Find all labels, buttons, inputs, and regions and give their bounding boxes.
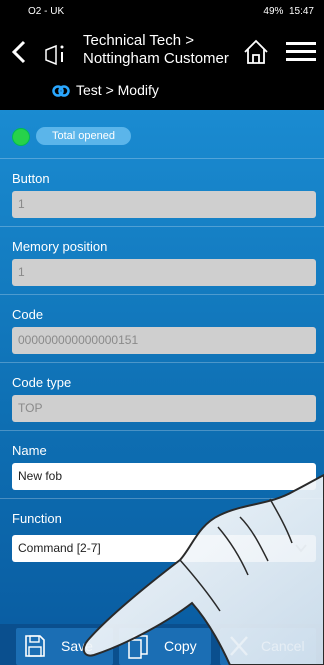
carrier-label: O2 - UK	[28, 6, 65, 17]
button-label: Button	[12, 171, 50, 186]
status-right: 49% 15:47	[263, 6, 314, 17]
divider	[0, 158, 324, 159]
memory-position-label: Memory position	[12, 239, 108, 254]
function-select[interactable]: Command [2-7]	[12, 535, 316, 562]
bottom-toolbar: Save Copy Cancel	[0, 624, 324, 665]
copy-button[interactable]: Copy	[119, 628, 211, 665]
divider	[0, 498, 324, 499]
status-led	[12, 128, 30, 146]
close-icon	[230, 636, 248, 656]
home-icon[interactable]	[242, 38, 270, 66]
save-button-label: Save	[61, 638, 93, 654]
name-input[interactable]: New fob	[12, 463, 316, 490]
chevron-left-icon[interactable]	[6, 38, 34, 66]
code-type-field: TOP	[12, 395, 316, 422]
floppy-disk-icon	[25, 635, 45, 657]
sub-breadcrumb-label: Test > Modify	[76, 82, 159, 98]
button-field: 1	[12, 191, 316, 218]
copy-button-label: Copy	[164, 638, 197, 654]
divider	[0, 362, 324, 363]
breadcrumb-line1: Technical Tech >	[83, 32, 195, 49]
app-header: Technical Tech > Nottingham Customer Tes…	[0, 24, 324, 110]
status-bar: O2 - UK 49% 15:47	[0, 0, 324, 24]
divider	[0, 430, 324, 431]
document-icon	[45, 44, 64, 66]
code-type-label: Code type	[12, 375, 72, 390]
breadcrumb: Technical Tech > Nottingham Customer	[83, 32, 229, 68]
function-select-value: Command [2-7]	[18, 541, 101, 555]
form-content: Total opened Button 1 Memory position 1 …	[0, 110, 324, 624]
chevron-down-icon	[295, 544, 307, 553]
code-label: Code	[12, 307, 44, 322]
link-icon	[52, 85, 70, 97]
cancel-button[interactable]: Cancel	[220, 628, 316, 665]
clock: 15:47	[288, 6, 314, 17]
function-label: Function	[12, 511, 62, 526]
divider	[0, 226, 324, 227]
name-label: Name	[12, 443, 47, 458]
status-badge: Total opened	[36, 127, 131, 145]
cancel-button-label: Cancel	[261, 638, 305, 654]
hamburger-menu-icon[interactable]	[286, 40, 316, 64]
breadcrumb-line2: Nottingham Customer	[83, 50, 229, 67]
memory-position-field: 1	[12, 259, 316, 286]
save-button[interactable]: Save	[16, 628, 113, 665]
copy-icon	[128, 635, 148, 659]
battery-percent: 49%	[263, 6, 284, 17]
code-field: 000000000000000151	[12, 327, 316, 354]
divider	[0, 294, 324, 295]
